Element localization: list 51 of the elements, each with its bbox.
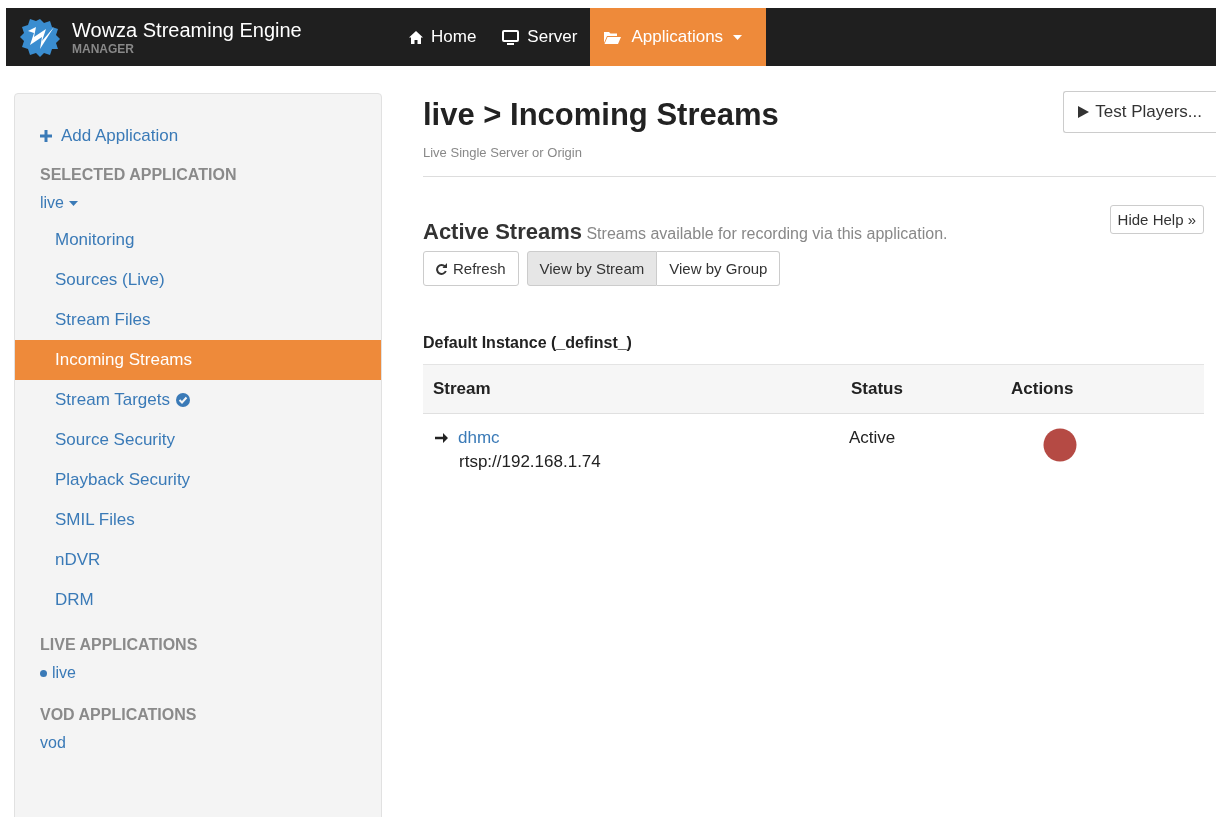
page-subtitle: Live Single Server or Origin (423, 145, 583, 160)
section-heading: SELECTED APPLICATION (40, 166, 237, 184)
folder-icon (604, 30, 622, 44)
play-icon (1078, 106, 1090, 118)
section-heading: LIVE APPLICATIONS (40, 636, 198, 654)
app-subtitle: MANAGER (72, 41, 135, 56)
section-heading: VOD APPLICATIONS (40, 706, 197, 724)
home-icon (409, 30, 423, 44)
add-application-link[interactable]: Add Application (40, 126, 179, 146)
page-title: live > Incoming Streams (423, 97, 779, 133)
sidebar-item[interactable]: Stream Files (15, 300, 381, 340)
monitor-icon (502, 29, 520, 45)
hide-help-button[interactable]: Hide Help » (1109, 205, 1204, 234)
application-link[interactable]: vod (40, 734, 66, 752)
stream-link[interactable]: dhmc (458, 428, 500, 448)
sidebar-item[interactable]: Source Security (15, 420, 381, 460)
sidebar-item[interactable]: Sources (Live) (15, 260, 381, 300)
stream-url: rtsp://192.168.1.74 (459, 452, 602, 472)
check-circle-icon (175, 393, 190, 407)
section-description: Streams available for recording via this application. (586, 225, 948, 242)
application-dropdown[interactable]: live (40, 194, 78, 212)
sidebar-item[interactable]: nDVR (15, 540, 381, 580)
test-players-button[interactable]: Test Players... (1063, 91, 1216, 133)
arrow-right-icon (435, 432, 448, 444)
sidebar-item[interactable]: Monitoring (15, 220, 381, 260)
plus-icon (40, 130, 52, 142)
view-toggle-button[interactable]: View by Stream (526, 251, 658, 286)
nav-tab[interactable]: Server (489, 8, 591, 66)
dot-icon (40, 669, 47, 677)
status-cell-text: Active (848, 428, 897, 449)
app-title: Wowza Streaming Engine (72, 18, 302, 42)
column-header: Stream (432, 379, 492, 399)
column-header: Status (850, 379, 904, 399)
record-button-icon[interactable] (1043, 428, 1077, 462)
application-link[interactable]: live (40, 664, 76, 682)
instance-title: Default Instance (_definst_) (423, 334, 633, 352)
logo-icon (20, 17, 60, 57)
sidebar-item[interactable]: Stream Targets (15, 380, 381, 420)
nav-tab[interactable]: Applications (590, 8, 767, 66)
caret-icon (69, 200, 78, 206)
column-header: Actions (1010, 379, 1075, 399)
refresh-button[interactable]: Refresh (423, 251, 519, 286)
sidebar-item[interactable]: Incoming Streams (15, 340, 381, 380)
sidebar-item[interactable]: Playback Security (15, 460, 381, 500)
nav-tab[interactable]: Home (396, 8, 490, 66)
sidebar-item[interactable]: SMIL Files (15, 500, 381, 540)
refresh-icon (436, 262, 447, 275)
view-toggle-button[interactable]: View by Group (657, 251, 781, 286)
section-title: Active Streams (423, 219, 582, 244)
caret-icon (733, 34, 743, 40)
sidebar-item[interactable]: DRM (15, 580, 381, 620)
